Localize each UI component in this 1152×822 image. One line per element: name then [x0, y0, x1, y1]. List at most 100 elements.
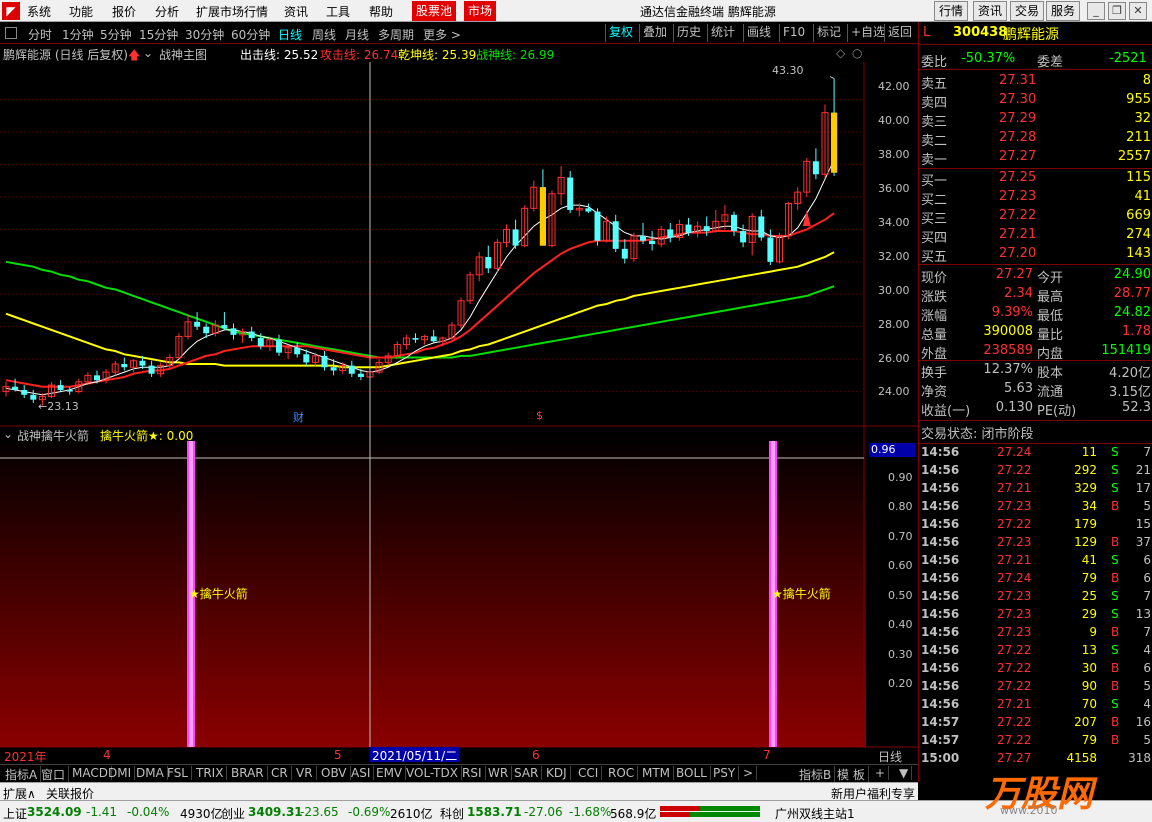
market-button[interactable]: 市场 — [464, 1, 497, 21]
indicator-tab[interactable]: OBV — [318, 766, 351, 780]
restore-icon[interactable]: ❐ — [1108, 2, 1126, 20]
server-name[interactable]: 广州双线主站1 — [775, 805, 855, 822]
indicator-tab[interactable]: DMA — [133, 766, 168, 780]
menu-item-system[interactable]: 系统 — [27, 3, 51, 20]
indicator-tab[interactable]: PSY — [710, 766, 740, 780]
news-top-button[interactable]: 资讯 — [973, 1, 1008, 21]
stock-pool-button[interactable]: 股票池 — [412, 1, 457, 21]
indicator-tab[interactable]: 指标B — [796, 766, 836, 783]
indicator-tab[interactable]: FSL — [164, 766, 192, 780]
minimize-icon[interactable]: _ — [1087, 2, 1105, 20]
indicator-tab[interactable]: MTM — [639, 766, 675, 780]
tab-15min[interactable]: 15分钟 — [139, 26, 178, 43]
tab-60min[interactable]: 60分钟 — [231, 26, 270, 43]
indicator-tab[interactable]: VOL-TDX — [403, 766, 462, 780]
ask-price[interactable]: 27.30 — [999, 92, 1036, 107]
add-favorite-button[interactable]: +自选 — [847, 24, 888, 42]
indicator-tab[interactable]: BRAR — [228, 766, 268, 780]
indicator-tab[interactable]: CR — [268, 766, 292, 780]
tab-timeshare[interactable]: 分时 — [28, 26, 52, 43]
tab-monthly[interactable]: 月线 — [345, 26, 369, 43]
tick-row[interactable]: 14:56 27.24 11 S 7 — [919, 444, 1152, 462]
indicator-tab[interactable]: ▼ — [896, 766, 913, 780]
ask-price[interactable]: 27.29 — [999, 111, 1036, 126]
indicator-tab[interactable]: BOLL — [673, 766, 711, 780]
ask-price[interactable]: 27.28 — [999, 130, 1036, 145]
diamond-icon[interactable]: ◇ — [836, 46, 845, 60]
service-top-button[interactable]: 服务 — [1046, 1, 1081, 21]
tab-1min[interactable]: 1分钟 — [62, 26, 94, 43]
mark-button[interactable]: 标记 — [813, 24, 844, 42]
indicator-tab[interactable]: 指标A — [2, 766, 42, 783]
quote-top-button[interactable]: 行情 — [934, 1, 969, 21]
stats-button[interactable]: 统计 — [707, 24, 738, 42]
indicator-tab[interactable]: > — [740, 766, 758, 780]
indicator-tab[interactable]: 窗口 — [38, 766, 70, 783]
kline-chart[interactable] — [0, 62, 918, 764]
tab-multi-period[interactable]: 多周期 — [378, 26, 414, 43]
tick-row[interactable]: 14:56 27.22 179 15 — [919, 516, 1152, 534]
ask-price[interactable]: 27.31 — [999, 73, 1036, 88]
history-button[interactable]: 历史 — [673, 24, 704, 42]
kc-index-label[interactable]: 科创 — [440, 805, 464, 822]
indicator-tab[interactable]: 模 板 — [834, 766, 869, 783]
overlay-button[interactable]: 叠加 — [639, 24, 670, 42]
tab-5min[interactable]: 5分钟 — [100, 26, 132, 43]
indicator-tab[interactable]: SAR — [511, 766, 543, 780]
indicator-tab[interactable]: VR — [293, 766, 317, 780]
close-icon[interactable]: ✕ — [1129, 2, 1147, 20]
tab-daily[interactable]: 日线 — [278, 26, 302, 43]
indicator-tab[interactable]: EMV — [373, 766, 407, 780]
bid-price[interactable]: 27.20 — [999, 246, 1036, 261]
menu-item-news[interactable]: 资讯 — [284, 3, 308, 20]
expand-circle-icon[interactable]: ○ — [852, 46, 862, 60]
dropdown-circle-icon[interactable]: ⌄ — [143, 46, 153, 60]
tick-row[interactable]: 14:56 27.21 70 S 4 — [919, 696, 1152, 714]
draw-button[interactable]: 画线 — [743, 24, 774, 42]
indicator-tab[interactable]: KDJ — [543, 766, 571, 780]
indicator-tab[interactable]: + — [872, 766, 890, 780]
indicator-tab[interactable]: ROC — [605, 766, 639, 780]
tab-more[interactable]: 更多 > — [423, 26, 461, 43]
tab-weekly[interactable]: 周线 — [312, 26, 336, 43]
tick-row[interactable]: 14:56 27.23 34 B 5 — [919, 498, 1152, 516]
menu-item-analysis[interactable]: 分析 — [155, 3, 179, 20]
sh-index-label[interactable]: 上证 — [3, 805, 27, 822]
tick-row[interactable]: 14:56 27.22 30 B 6 — [919, 660, 1152, 678]
tick-row[interactable]: 14:56 27.23 129 B 37 — [919, 534, 1152, 552]
tab-30min[interactable]: 30分钟 — [185, 26, 224, 43]
menu-item-help[interactable]: 帮助 — [369, 3, 393, 20]
tick-row[interactable]: 14:56 27.22 13 S 4 — [919, 642, 1152, 660]
tick-row[interactable]: 14:56 27.23 9 B 7 — [919, 624, 1152, 642]
trade-top-button[interactable]: 交易 — [1010, 1, 1045, 21]
bid-price[interactable]: 27.23 — [999, 189, 1036, 204]
tick-row[interactable]: 14:56 27.23 25 S 7 — [919, 588, 1152, 606]
ask-price[interactable]: 27.27 — [999, 149, 1036, 164]
tick-row[interactable]: 14:56 27.22 90 B 5 — [919, 678, 1152, 696]
back-button[interactable]: 返回 — [884, 24, 915, 42]
tick-row[interactable]: 14:56 27.21 41 S 6 — [919, 552, 1152, 570]
adjust-button[interactable]: 复权 — [605, 24, 636, 42]
menu-item-ext-market[interactable]: 扩展市场行情 — [196, 3, 268, 20]
toolbar-menu-icon[interactable] — [5, 27, 17, 39]
bid-price[interactable]: 27.25 — [999, 170, 1036, 185]
tick-row[interactable]: 14:56 27.22 292 S 21 — [919, 462, 1152, 480]
indicator-tab[interactable]: CCI — [575, 766, 603, 780]
bid-price[interactable]: 27.22 — [999, 208, 1036, 223]
indicator-tab[interactable]: TRIX — [193, 766, 228, 780]
indicator-tab[interactable]: DMI — [105, 766, 136, 780]
tick-row[interactable]: 14:56 27.23 29 S 13 — [919, 606, 1152, 624]
bid-price[interactable]: 27.21 — [999, 227, 1036, 242]
indicator-tab[interactable]: WR — [485, 766, 513, 780]
indicator-tab[interactable]: ASI — [348, 766, 375, 780]
f10-button[interactable]: F10 — [779, 24, 808, 42]
menu-item-function[interactable]: 功能 — [69, 3, 93, 20]
tick-row[interactable]: 14:57 27.22 79 B 5 — [919, 732, 1152, 750]
main-indicator-name[interactable]: 战神主图 — [159, 46, 207, 63]
tick-row[interactable]: 14:56 27.21 329 S 17 — [919, 480, 1152, 498]
tick-row[interactable]: 14:57 27.22 207 B 16 — [919, 714, 1152, 732]
tick-row[interactable]: 14:56 27.24 79 B 6 — [919, 570, 1152, 588]
menu-item-tools[interactable]: 工具 — [326, 3, 350, 20]
indicator-tab[interactable]: RSI — [459, 766, 486, 780]
app-logo-icon[interactable]: ◤ — [2, 2, 20, 20]
